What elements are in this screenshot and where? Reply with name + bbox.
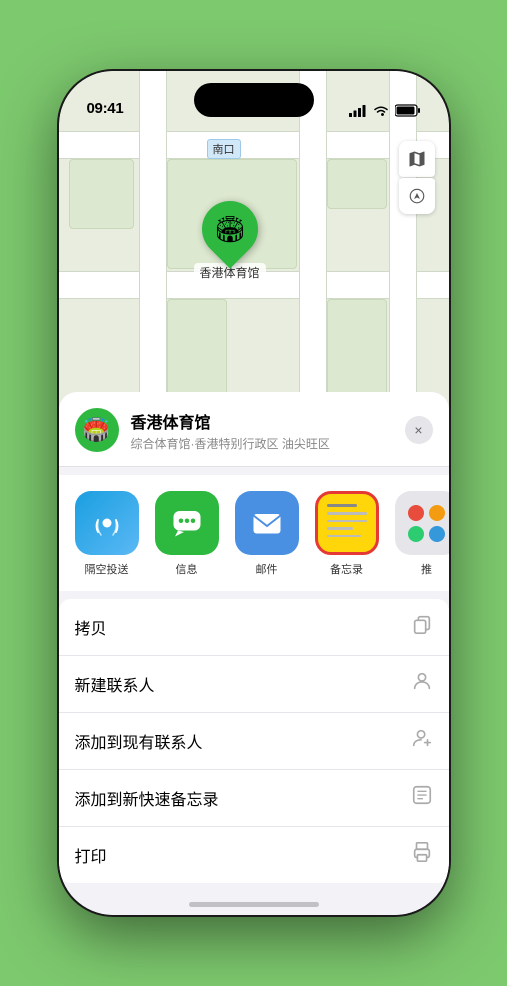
notes-line-5 [327,535,361,538]
dot-blue [429,526,445,542]
share-item-airdrop[interactable]: 隔空投送 [75,491,139,577]
new-contact-icon [411,670,433,698]
sheet-header: 🏟️ 香港体育馆 综合体育馆·香港特别行政区 油尖旺区 × [59,392,449,467]
airdrop-icon-wrap [75,491,139,555]
phone-frame: 09:41 [59,71,449,915]
action-copy[interactable]: 拷贝 [59,599,449,656]
share-row: 隔空投送 信息 [59,475,449,591]
messages-icon-wrap [155,491,219,555]
venue-pin-icon: 🏟 [213,214,246,245]
signal-icon [349,105,367,117]
action-new-contact[interactable]: 新建联系人 [59,656,449,713]
venue-title: 香港体育馆 [131,409,393,433]
print-svg-icon [411,841,433,863]
map-block [69,159,134,229]
notes-line-3 [327,520,367,523]
venue-marker[interactable]: 🏟 香港体育馆 [194,201,266,282]
close-button[interactable]: × [405,416,433,444]
dot-orange [429,505,445,521]
home-indicator [189,902,319,907]
print-icon [411,841,433,869]
more-icon-wrap [395,491,449,555]
dot-red [408,505,424,521]
status-icons [349,104,421,117]
contact-svg-icon [411,670,433,692]
battery-icon [395,104,421,117]
notes-lines [318,494,376,552]
add-contact-icon [411,727,433,755]
wifi-icon [373,105,389,117]
venue-info: 香港体育馆 综合体育馆·香港特别行政区 油尖旺区 [131,409,393,452]
notes-label: 备忘录 [330,561,363,577]
mail-icon [249,505,285,541]
action-add-note-label: 添加到新快速备忘录 [75,786,411,810]
action-add-note[interactable]: 添加到新快速备忘录 [59,770,449,827]
map-controls[interactable] [399,141,435,214]
status-time: 09:41 [87,100,124,117]
location-icon [408,187,426,205]
note-svg-icon [411,784,433,806]
dynamic-island [194,83,314,117]
dot-green [408,526,424,542]
action-add-contact-label: 添加到现有联系人 [75,729,411,753]
action-new-contact-label: 新建联系人 [75,672,411,696]
share-icons-list: 隔空投送 信息 [75,491,433,577]
action-copy-label: 拷贝 [75,615,411,639]
venue-description: 综合体育馆·香港特别行政区 油尖旺区 [131,435,393,452]
add-contact-svg-icon [411,727,433,749]
action-list: 拷贝 新建联系人 [59,599,449,883]
notes-line-2 [327,512,367,515]
mail-label: 邮件 [256,561,278,577]
venue-header-icon: 🏟️ [75,408,119,452]
share-item-notes[interactable]: 备忘录 [315,491,379,577]
more-label: 推 [421,561,432,577]
notes-icon-wrap [315,491,379,555]
venue-pin: 🏟 [190,189,269,268]
messages-icon [169,505,205,541]
action-add-contact[interactable]: 添加到现有联系人 [59,713,449,770]
mail-icon-wrap [235,491,299,555]
notes-line-4 [327,527,353,530]
phone-screen: 09:41 [59,71,449,915]
more-dots-grid [396,493,449,554]
notes-line-1 [327,504,357,507]
airdrop-label: 隔空投送 [85,561,129,577]
copy-icon [411,613,433,641]
airdrop-icon [89,505,125,541]
copy-svg-icon [411,613,433,635]
map-type-button[interactable] [399,141,435,177]
location-button[interactable] [399,178,435,214]
share-item-mail[interactable]: 邮件 [235,491,299,577]
map-station-label: 南口 [207,139,241,159]
map-type-icon [407,149,427,169]
bottom-sheet: 🏟️ 香港体育馆 综合体育馆·香港特别行政区 油尖旺区 × [59,392,449,915]
action-print[interactable]: 打印 [59,827,449,883]
add-note-icon [411,784,433,812]
action-print-label: 打印 [75,843,411,867]
share-item-messages[interactable]: 信息 [155,491,219,577]
map-block [327,159,387,209]
messages-label: 信息 [176,561,198,577]
share-item-more[interactable]: 推 [395,491,449,577]
